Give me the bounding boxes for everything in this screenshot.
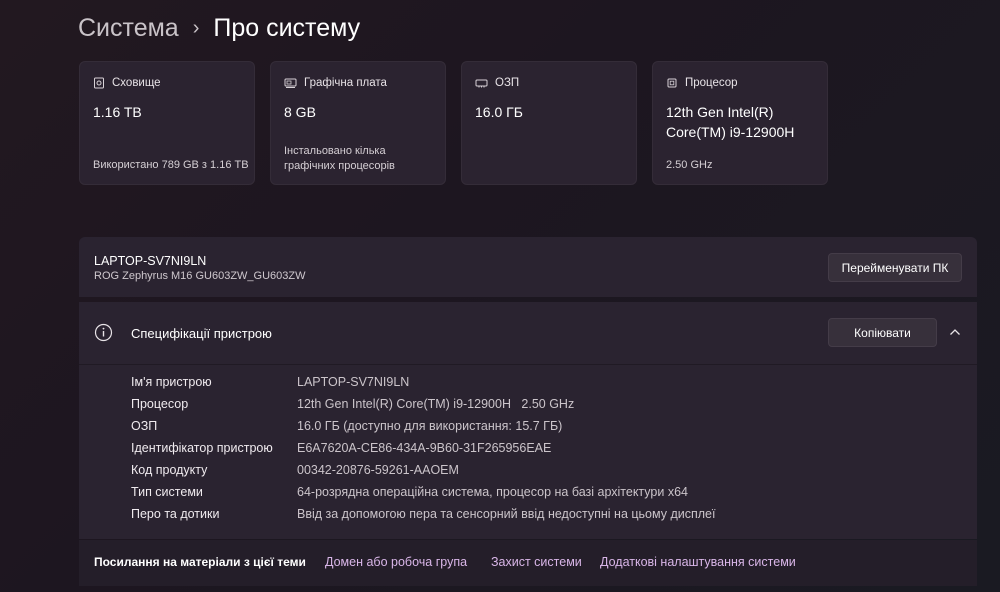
storage-icon	[94, 77, 104, 89]
spec-value: Ввід за допомогою пера та сенсорний ввід…	[297, 507, 716, 521]
device-model: ROG Zephyrus M16 GU603ZW_GU603ZW	[94, 270, 306, 282]
ram-icon	[475, 79, 488, 88]
related-links-bar: Посилання на матеріали з цієї теми Домен…	[79, 540, 977, 586]
spec-key: Ім'я пристрою	[131, 375, 212, 389]
card-title: Процесор	[685, 77, 738, 89]
ram-card: ОЗП 16.0 ГБ	[461, 61, 637, 185]
spec-key: Код продукту	[131, 463, 208, 477]
breadcrumb: Система › Про систему	[78, 12, 360, 44]
spec-key: Тип системи	[131, 485, 203, 499]
spec-row: Процесор 12th Gen Intel(R) Core(TM) i9-1…	[79, 397, 977, 419]
device-specs-header[interactable]: Специфікації пристрою Копіювати	[79, 302, 977, 365]
spec-row: Тип системи 64-розрядна операційна систе…	[79, 485, 977, 507]
related-links-label: Посилання на матеріали з цієї теми	[94, 555, 306, 569]
device-specs-panel: Специфікації пристрою Копіювати Ім'я при…	[79, 302, 977, 539]
card-title: ОЗП	[495, 77, 520, 89]
spec-key: Ідентифікатор пристрою	[131, 441, 273, 455]
storage-card: Сховище 1.16 TB Використано 789 GB з 1.1…	[79, 61, 255, 185]
page-title: Про систему	[213, 13, 361, 42]
card-subtext: Використано 789 GB з 1.16 TB	[93, 159, 249, 171]
device-name: LAPTOP-SV7NI9LN	[94, 254, 207, 268]
spec-value: E6A7620A-CE86-434A-9B60-31F265956EAE	[297, 441, 552, 455]
card-value: 16.0 ГБ	[475, 104, 523, 120]
spec-value: 12th Gen Intel(R) Core(TM) i9-12900H 2.5…	[297, 397, 575, 411]
card-title: Графічна плата	[304, 77, 387, 89]
breadcrumb-parent[interactable]: Система	[78, 14, 179, 43]
spec-row: Перо та дотики Ввід за допомогою пера та…	[79, 507, 977, 529]
spec-value: LAPTOP-SV7NI9LN	[297, 375, 410, 389]
breadcrumb-separator: ›	[192, 16, 200, 39]
card-subtext: Інстальовано кілька графічних процесорів	[284, 145, 395, 172]
spec-key: Процесор	[131, 397, 189, 411]
graphics-card-icon	[284, 78, 297, 88]
spec-key: Перо та дотики	[131, 507, 220, 521]
spec-value: 00342-20876-59261-AAOEM	[297, 463, 459, 477]
spec-row: Ідентифікатор пристрою E6A7620A-CE86-434…	[79, 441, 977, 463]
link-domain-workgroup[interactable]: Домен або робоча група	[325, 555, 467, 569]
info-icon	[94, 323, 113, 342]
spec-row: ОЗП 16.0 ГБ (доступно для використання: …	[79, 419, 977, 441]
card-value: 8 GB	[284, 104, 316, 120]
link-system-protection[interactable]: Захист системи	[491, 555, 582, 569]
processor-card: Процесор 12th Gen Intel(R) Core(TM) i9-1…	[652, 61, 828, 185]
chevron-up-icon[interactable]	[949, 327, 961, 337]
card-subtext: 2.50 GHz	[666, 159, 713, 171]
rename-pc-button[interactable]: Перейменувати ПК	[828, 253, 962, 282]
spec-key: ОЗП	[131, 419, 158, 433]
spec-row: Код продукту 00342-20876-59261-AAOEM	[79, 463, 977, 485]
copy-button[interactable]: Копіювати	[828, 318, 937, 347]
card-title: Сховище	[112, 77, 161, 89]
spec-row: Ім'я пристрою LAPTOP-SV7NI9LN	[79, 375, 977, 397]
processor-icon	[667, 78, 677, 88]
device-specs-title: Специфікації пристрою	[131, 326, 272, 341]
device-name-panel: LAPTOP-SV7NI9LN ROG Zephyrus M16 GU603ZW…	[79, 237, 977, 297]
link-advanced-system-settings[interactable]: Додаткові налаштування системи	[600, 555, 796, 569]
card-value: 12th Gen Intel(R) Core(TM) i9-12900H	[666, 104, 795, 140]
spec-value: 64-розрядна операційна система, процесор…	[297, 485, 688, 499]
graphics-card: Графічна плата 8 GB Інстальовано кілька …	[270, 61, 446, 185]
card-value: 1.16 TB	[93, 104, 142, 120]
spec-value: 16.0 ГБ (доступно для використання: 15.7…	[297, 419, 563, 433]
